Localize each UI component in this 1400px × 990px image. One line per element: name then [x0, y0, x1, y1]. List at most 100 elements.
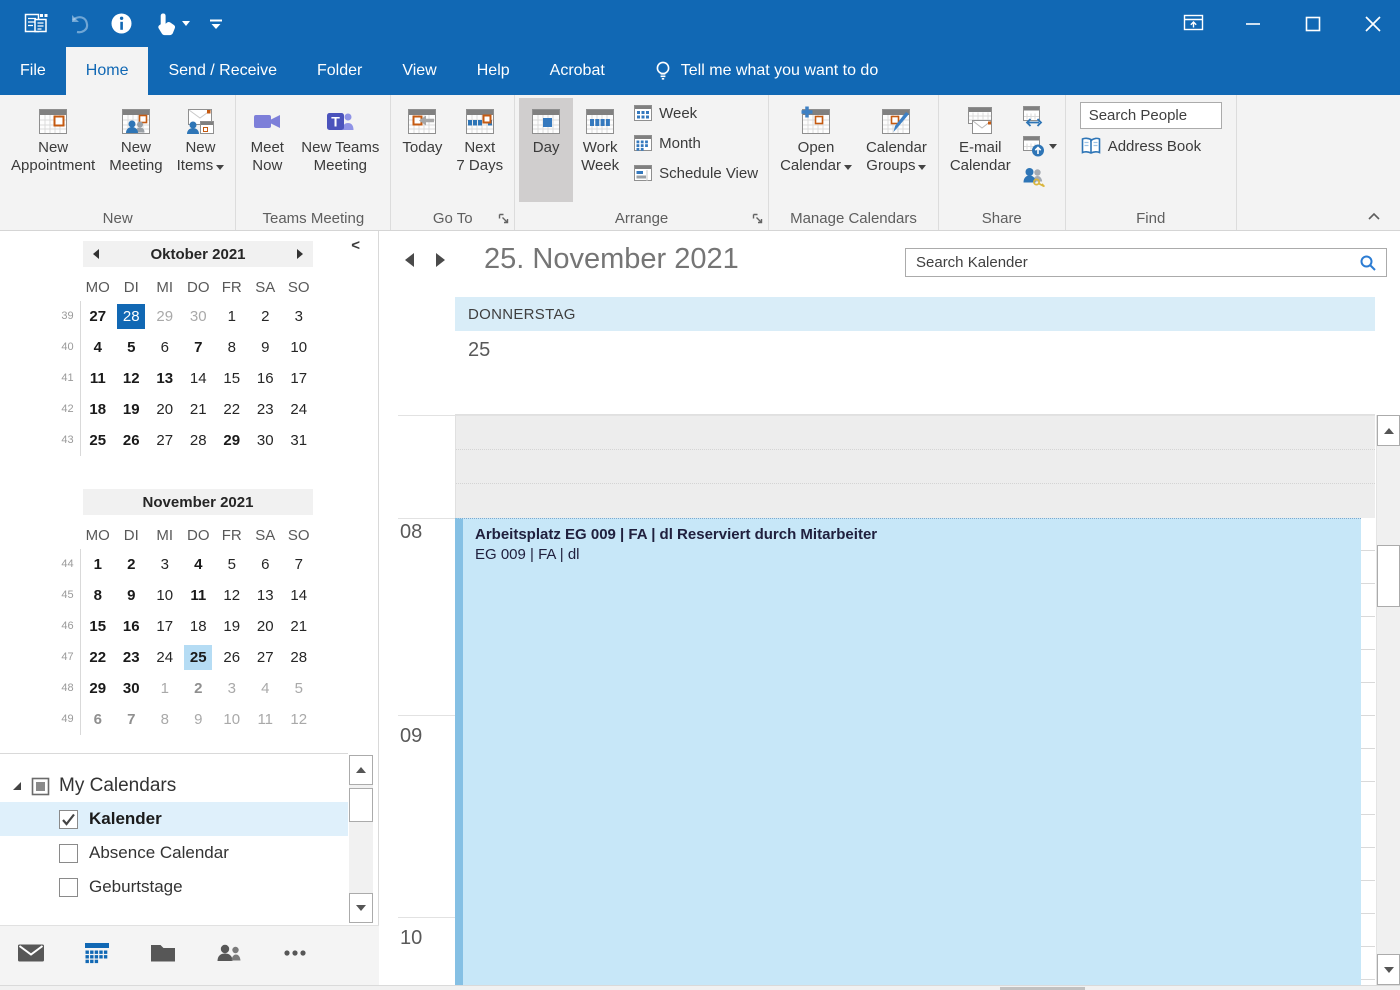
- open-calendar-button[interactable]: OpenCalendar: [773, 98, 859, 202]
- new-teams-meeting-button[interactable]: TNew TeamsMeeting: [294, 98, 386, 202]
- day-cell[interactable]: 29: [81, 673, 115, 704]
- day-cell[interactable]: 6: [148, 332, 182, 363]
- day-cell[interactable]: 28: [182, 425, 216, 456]
- day-cell[interactable]: 13: [148, 363, 182, 394]
- day-cell[interactable]: 22: [81, 642, 115, 673]
- new-items-button[interactable]: NewItems: [170, 98, 232, 202]
- horizontal-scrollbar[interactable]: [0, 985, 1400, 990]
- day-cell[interactable]: 10: [148, 580, 182, 611]
- day-cell[interactable]: 12: [115, 363, 149, 394]
- scroll-down-button[interactable]: [1377, 954, 1400, 985]
- day-cell[interactable]: 27: [81, 301, 115, 332]
- day-cell[interactable]: 1: [148, 673, 182, 704]
- day-cell[interactable]: 12: [282, 704, 316, 735]
- day-cell[interactable]: 10: [282, 332, 316, 363]
- previous-day-icon[interactable]: [405, 253, 414, 267]
- day-cell[interactable]: 3: [148, 549, 182, 580]
- day-cell[interactable]: 11: [249, 704, 283, 735]
- nav-mail-button[interactable]: [16, 938, 46, 973]
- tell-me-box[interactable]: Tell me what you want to do: [639, 47, 892, 95]
- day-cell[interactable]: 8: [215, 332, 249, 363]
- day-cell[interactable]: 17: [282, 363, 316, 394]
- undo-icon[interactable]: [66, 11, 92, 37]
- calendar-peek-button[interactable]: [22, 10, 49, 37]
- day-cell[interactable]: 8: [81, 580, 115, 611]
- scroll-thumb[interactable]: [349, 788, 373, 822]
- day-cell[interactable]: 5: [215, 549, 249, 580]
- day-cell[interactable]: 31: [282, 425, 316, 456]
- tab-folder[interactable]: Folder: [297, 47, 382, 95]
- today--button[interactable]: Today: [395, 98, 449, 202]
- day-cell[interactable]: 3: [282, 301, 316, 332]
- calendar-groups-button[interactable]: CalendarGroups: [859, 98, 934, 202]
- calendar-search-input[interactable]: [906, 249, 1386, 276]
- day-cell[interactable]: 4: [249, 673, 283, 704]
- close-button[interactable]: [1358, 9, 1388, 39]
- day-cell[interactable]: 13: [249, 580, 283, 611]
- share-calendar-button[interactable]: [1022, 104, 1057, 128]
- info-button[interactable]: [109, 11, 134, 36]
- day--button[interactable]: Day: [519, 98, 573, 202]
- day-cell[interactable]: 29: [215, 425, 249, 456]
- day-cell[interactable]: 21: [182, 394, 216, 425]
- day-cell[interactable]: 20: [249, 611, 283, 642]
- day-cell[interactable]: 3: [215, 673, 249, 704]
- selected-day-cell[interactable]: 28: [115, 301, 149, 332]
- day-cell[interactable]: 5: [115, 332, 149, 363]
- calendar-list-item[interactable]: Kalender: [0, 802, 348, 836]
- day-cell[interactable]: 11: [182, 580, 216, 611]
- day-cell[interactable]: 20: [148, 394, 182, 425]
- off-hours-band[interactable]: [455, 415, 1375, 518]
- previous-month-icon[interactable]: [93, 249, 99, 259]
- tab-view[interactable]: View: [382, 47, 456, 95]
- day-column-header[interactable]: DONNERSTAG: [455, 297, 1375, 331]
- day-cell[interactable]: 26: [115, 425, 149, 456]
- day-cell[interactable]: 29: [148, 301, 182, 332]
- collapse-ribbon-icon[interactable]: [1366, 210, 1382, 222]
- nav-people-button[interactable]: [214, 938, 244, 973]
- publish-online-button[interactable]: [1022, 134, 1057, 158]
- today-day-cell[interactable]: 25: [182, 642, 216, 673]
- calendar-list-item[interactable]: Geburtstage: [0, 870, 348, 904]
- day-cell[interactable]: 15: [81, 611, 115, 642]
- day-cell[interactable]: 9: [182, 704, 216, 735]
- my-calendars-header[interactable]: My Calendars: [0, 770, 348, 802]
- next-day-icon[interactable]: [436, 253, 445, 267]
- tab-send-receive[interactable]: Send / Receive: [148, 47, 297, 95]
- tab-acrobat[interactable]: Acrobat: [530, 47, 625, 95]
- day-cell[interactable]: 28: [282, 642, 316, 673]
- day-cell[interactable]: 9: [249, 332, 283, 363]
- day-cell[interactable]: 4: [182, 549, 216, 580]
- work-week-button[interactable]: WorkWeek: [573, 98, 627, 202]
- day-cell[interactable]: 9: [115, 580, 149, 611]
- day-cell[interactable]: 30: [249, 425, 283, 456]
- day-cell[interactable]: 24: [148, 642, 182, 673]
- day-cell[interactable]: 18: [81, 394, 115, 425]
- calendar-permissions-button[interactable]: [1022, 164, 1057, 188]
- day-cell[interactable]: 24: [282, 394, 316, 425]
- day-cell[interactable]: 14: [182, 363, 216, 394]
- nav-more-button[interactable]: [280, 938, 310, 973]
- customize-quick-access-button[interactable]: [207, 15, 225, 33]
- meet-now-button[interactable]: MeetNow: [240, 98, 294, 202]
- e-mail-calendar-button[interactable]: E-mailCalendar: [943, 98, 1018, 202]
- day-cell[interactable]: 4: [81, 332, 115, 363]
- day-cell[interactable]: 27: [249, 642, 283, 673]
- tab-home[interactable]: Home: [66, 47, 149, 95]
- day-cell[interactable]: 2: [182, 673, 216, 704]
- maximize-button[interactable]: [1298, 9, 1328, 39]
- day-cell[interactable]: 30: [182, 301, 216, 332]
- day-cell[interactable]: 7: [182, 332, 216, 363]
- day-cell[interactable]: 5: [282, 673, 316, 704]
- sidebar-scrollbar[interactable]: [349, 755, 373, 923]
- unchecked-checkbox[interactable]: [59, 878, 78, 897]
- day-cell[interactable]: 25: [81, 425, 115, 456]
- search-icon[interactable]: [1359, 254, 1377, 272]
- day-cell[interactable]: 14: [282, 580, 316, 611]
- day-cell[interactable]: 27: [148, 425, 182, 456]
- day-cell[interactable]: 30: [115, 673, 149, 704]
- day-cell[interactable]: 6: [81, 704, 115, 735]
- appointment[interactable]: Arbeitsplatz EG 009 | FA | dl Reserviert…: [455, 518, 1361, 985]
- day-cell[interactable]: 1: [215, 301, 249, 332]
- dialog-launcher-icon[interactable]: [751, 212, 764, 225]
